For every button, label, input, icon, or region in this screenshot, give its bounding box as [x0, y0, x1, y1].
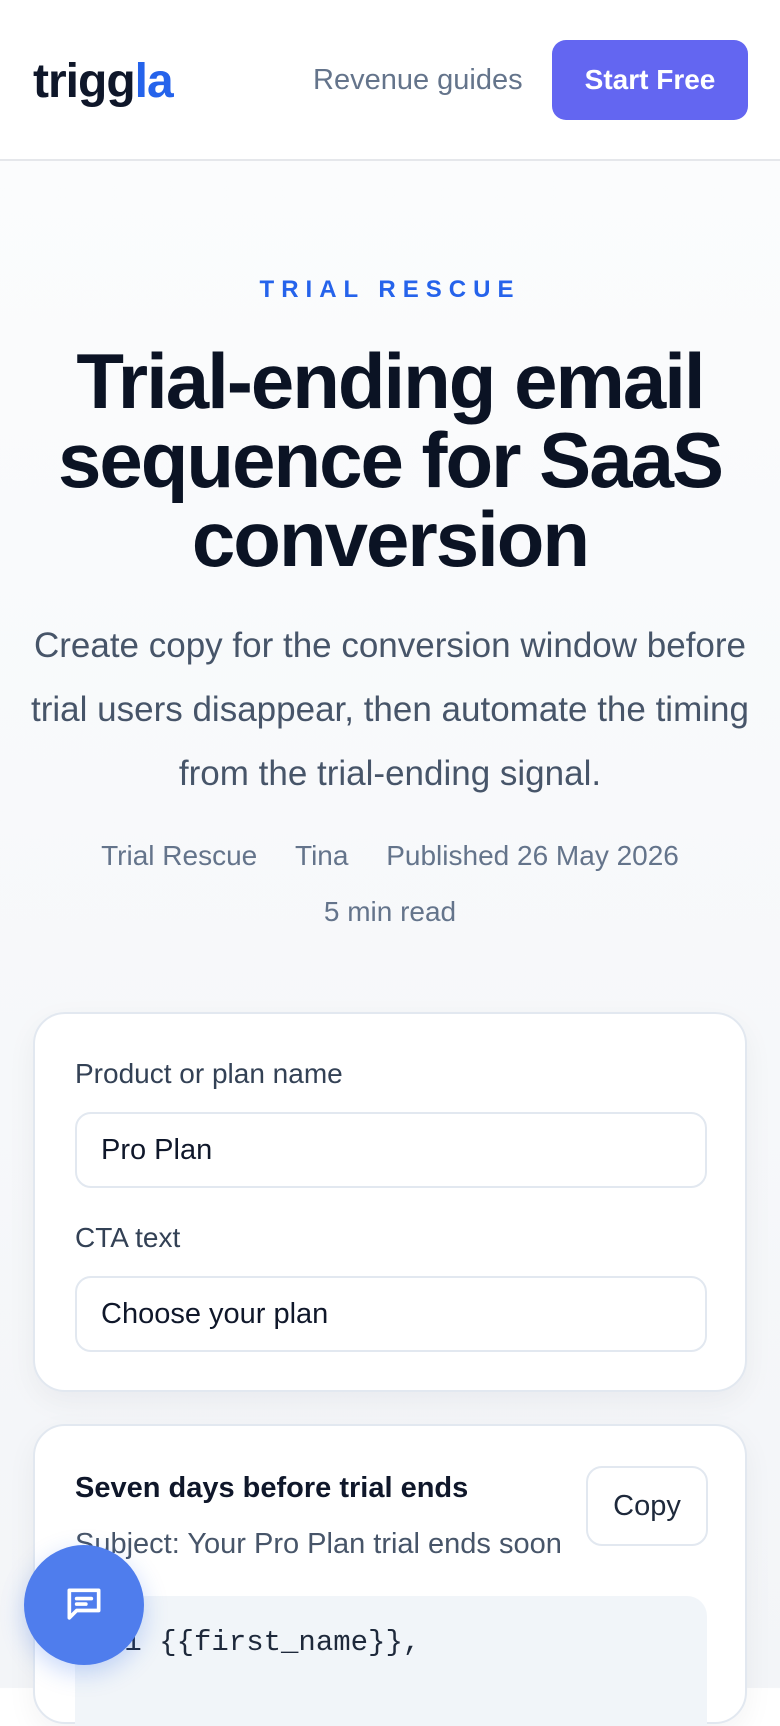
- page-lede: Create copy for the conversion window be…: [31, 626, 749, 793]
- logo-main: trigg: [33, 55, 136, 108]
- article-meta: Trial Rescue Tina Published 26 May 2026: [0, 836, 780, 876]
- chat-icon: [67, 1588, 101, 1620]
- cta-text-input[interactable]: [75, 1276, 707, 1352]
- cta-text-label: CTA text: [75, 1222, 181, 1253]
- start-free-button[interactable]: Start Free: [552, 40, 748, 120]
- page-title: Trial-ending email sequence for SaaS con…: [58, 337, 724, 583]
- email-body-line: Hi {{first_name}},: [107, 1626, 421, 1659]
- email-body: Hi {{first_name}},: [75, 1596, 707, 1726]
- eyebrow: TRIAL RESCUE: [259, 276, 521, 303]
- chat-button[interactable]: [24, 1545, 144, 1665]
- logo-accent: la: [134, 55, 174, 108]
- meta-category[interactable]: Trial Rescue: [101, 840, 257, 871]
- email-title: Seven days before trial ends: [75, 1472, 469, 1504]
- meta-author: Tina: [295, 840, 349, 871]
- logo[interactable]: triggla: [33, 50, 174, 114]
- meta-read-time: 5 min read: [323, 896, 457, 927]
- product-name-input[interactable]: [75, 1112, 707, 1188]
- copy-button[interactable]: Copy: [586, 1466, 708, 1546]
- site-header: triggla Revenue guides Start Free: [0, 0, 780, 161]
- email-subject: Subject: Your Pro Plan trial ends soon: [75, 1528, 562, 1560]
- email-template-card: Seven days before trial ends Subject: Yo…: [33, 1424, 747, 1726]
- product-name-label: Product or plan name: [75, 1058, 343, 1089]
- meta-published: Published 26 May 2026: [386, 840, 679, 871]
- nav-link-revenue-guides[interactable]: Revenue guides: [313, 60, 523, 100]
- email-settings-card: Product or plan name CTA text: [33, 1012, 747, 1392]
